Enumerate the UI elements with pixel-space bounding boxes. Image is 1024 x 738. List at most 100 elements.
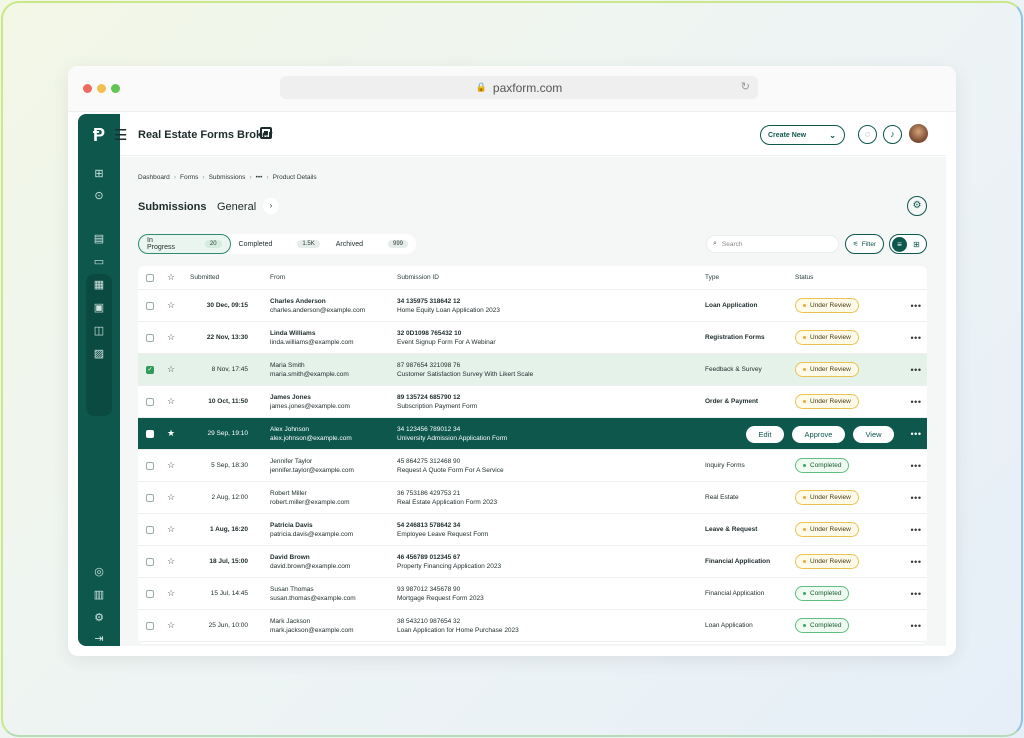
- tab-completed[interactable]: Completed 1.5K: [231, 234, 328, 254]
- close-window-button[interactable]: [83, 84, 92, 93]
- star-icon[interactable]: ☆: [162, 396, 180, 407]
- submissions-icon[interactable]: ▦: [91, 277, 107, 293]
- dashboard-icon[interactable]: ⊞: [91, 166, 107, 182]
- breadcrumb-more[interactable]: •••: [256, 174, 263, 181]
- row-checkbox[interactable]: ✓: [146, 365, 154, 374]
- avatar[interactable]: [909, 124, 928, 143]
- col-submitted[interactable]: Submitted: [180, 274, 248, 281]
- table-row[interactable]: ☆ 1 Aug, 16:20 Patricia Davis patricia.d…: [138, 514, 927, 546]
- maximize-window-button[interactable]: [111, 84, 120, 93]
- table-row[interactable]: ✓ ☆ 8 Nov, 17:45 Maria Smith maria.smith…: [138, 354, 927, 386]
- table-row[interactable]: ☆ 30 Dec, 09:15 Charles Anderson charles…: [138, 290, 927, 322]
- star-icon[interactable]: ☆: [162, 620, 180, 631]
- star-icon[interactable]: ☆: [162, 272, 180, 283]
- search-nav-icon[interactable]: ⊙: [91, 188, 107, 204]
- more-options-icon[interactable]: •••: [905, 461, 927, 471]
- status-text: Under Review: [810, 526, 851, 533]
- col-submission-id[interactable]: Submission ID: [397, 274, 705, 281]
- table-row[interactable]: ★ 29 Sep, 19:10 Alex Johnson alex.johnso…: [138, 418, 927, 450]
- star-icon[interactable]: ☆: [162, 364, 180, 375]
- breadcrumb-submissions[interactable]: Submissions: [209, 174, 246, 181]
- more-options-icon[interactable]: •••: [905, 365, 927, 375]
- logout-icon[interactable]: ⇥: [91, 631, 107, 647]
- more-options-icon[interactable]: •••: [905, 621, 927, 631]
- table-row[interactable]: ☆ 25 Jun, 10:00 Mark Jackson mark.jackso…: [138, 610, 927, 642]
- more-options-icon[interactable]: •••: [905, 301, 927, 311]
- star-icon[interactable]: ☆: [162, 460, 180, 471]
- submission-id: 38 543210 987654 32: [397, 617, 461, 625]
- qr-code-icon[interactable]: [260, 127, 272, 139]
- chevron-right-icon[interactable]: ›: [263, 198, 279, 214]
- row-checkbox[interactable]: [146, 397, 154, 406]
- settings-icon[interactable]: ⚙: [907, 196, 927, 216]
- more-options-icon[interactable]: •••: [905, 557, 927, 567]
- breadcrumb-forms[interactable]: Forms: [180, 174, 198, 181]
- more-options-icon[interactable]: •••: [905, 589, 927, 599]
- more-options-icon[interactable]: •••: [905, 397, 927, 407]
- status-badge: Under Review: [795, 522, 859, 537]
- list-view-icon[interactable]: ≡: [892, 237, 907, 252]
- minimize-window-button[interactable]: [97, 84, 106, 93]
- col-status[interactable]: Status: [795, 274, 905, 281]
- breadcrumb-dashboard[interactable]: Dashboard: [138, 174, 170, 181]
- row-checkbox[interactable]: [146, 429, 154, 438]
- more-options-icon[interactable]: •••: [905, 333, 927, 343]
- table-row[interactable]: ☆ 2 Aug, 12:00 Robert Miller robert.mill…: [138, 482, 927, 514]
- help-icon[interactable]: ◎: [91, 564, 107, 580]
- tab-archived[interactable]: Archived 999: [328, 234, 416, 254]
- tab-in-progress[interactable]: In Progress 20: [138, 234, 231, 254]
- row-checkbox[interactable]: [146, 493, 154, 502]
- status-dot-icon: [803, 368, 806, 371]
- row-checkbox[interactable]: [146, 621, 154, 630]
- star-icon[interactable]: ☆: [162, 492, 180, 503]
- more-options-icon[interactable]: •••: [905, 429, 927, 439]
- star-icon[interactable]: ☆: [162, 300, 180, 311]
- row-checkbox[interactable]: [146, 589, 154, 598]
- edit-button[interactable]: Edit: [746, 426, 784, 443]
- row-checkbox[interactable]: [146, 461, 154, 470]
- row-checkbox[interactable]: [146, 333, 154, 342]
- more-options-icon[interactable]: •••: [905, 525, 927, 535]
- star-icon[interactable]: ☆: [162, 524, 180, 535]
- view-button[interactable]: View: [853, 426, 894, 443]
- star-icon[interactable]: ★: [162, 428, 180, 439]
- star-icon[interactable]: ☆: [162, 556, 180, 567]
- col-from[interactable]: From: [248, 274, 397, 281]
- sender-email: susan.thomas@example.com: [270, 594, 356, 602]
- document-icon[interactable]: ▭: [91, 254, 107, 270]
- sender-email: david.brown@example.com: [270, 562, 351, 570]
- select-all-checkbox[interactable]: [146, 273, 154, 282]
- status-badge: Under Review: [795, 490, 859, 505]
- table-row[interactable]: ☆ 5 Sep, 18:30 Jennifer Taylor jennifer.…: [138, 450, 927, 482]
- page-subtitle[interactable]: General: [217, 201, 256, 213]
- star-icon[interactable]: ☆: [162, 332, 180, 343]
- grid-view-icon[interactable]: ⊞: [909, 237, 924, 252]
- approve-button[interactable]: Approve: [792, 426, 845, 443]
- filter-button[interactable]: ⚟ Filter: [845, 234, 884, 254]
- contacts-icon[interactable]: ◫: [91, 323, 107, 339]
- row-checkbox[interactable]: [146, 301, 154, 310]
- settings-nav-icon[interactable]: ⚙: [91, 610, 107, 626]
- table-row[interactable]: ☆ 10 Oct, 11:50 James Jones james.jones@…: [138, 386, 927, 418]
- file-check-icon[interactable]: ▣: [91, 300, 107, 316]
- address-bar[interactable]: 🔒 paxform.com ↻: [280, 76, 758, 99]
- messages-icon[interactable]: ◌: [858, 125, 877, 144]
- search-input[interactable]: ⌕ Search: [706, 235, 839, 253]
- forms-icon[interactable]: ▤: [91, 231, 107, 247]
- table-row[interactable]: ☆ 22 Nov, 13:30 Linda Williams linda.wil…: [138, 322, 927, 354]
- notes-icon[interactable]: ▥: [91, 587, 107, 603]
- templates-icon[interactable]: ▨: [91, 346, 107, 362]
- row-checkbox[interactable]: [146, 557, 154, 566]
- more-options-icon[interactable]: •••: [905, 493, 927, 503]
- col-type[interactable]: Type: [705, 274, 795, 281]
- reload-icon[interactable]: ↻: [741, 80, 750, 93]
- bell-icon[interactable]: ♪: [883, 125, 902, 144]
- menu-icon[interactable]: ☰: [114, 126, 127, 144]
- app-logo-icon[interactable]: Ᵽ: [88, 124, 110, 146]
- table-row[interactable]: ☆ 18 Jul, 15:00 David Brown david.brown@…: [138, 546, 927, 578]
- url-text: paxform.com: [492, 80, 563, 95]
- row-checkbox[interactable]: [146, 525, 154, 534]
- star-icon[interactable]: ☆: [162, 588, 180, 599]
- create-new-dropdown[interactable]: Create New ⌄: [760, 125, 845, 145]
- table-row[interactable]: ☆ 15 Jul, 14:45 Susan Thomas susan.thoma…: [138, 578, 927, 610]
